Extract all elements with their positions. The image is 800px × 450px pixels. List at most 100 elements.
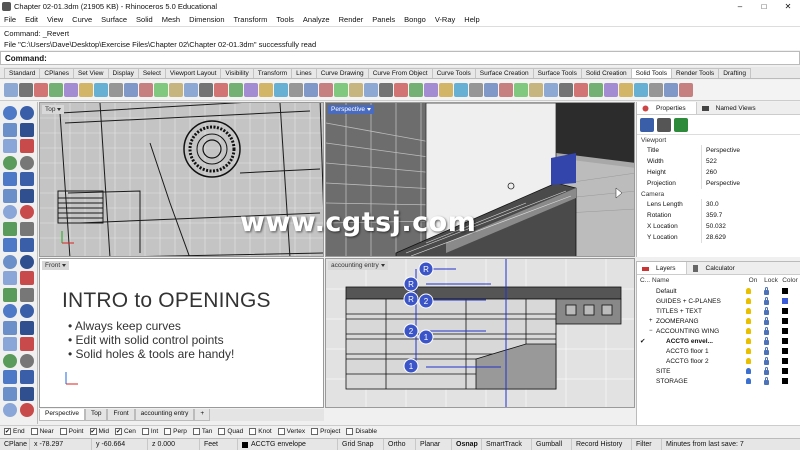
menu-bongo[interactable]: Bongo (404, 15, 426, 24)
layer-lock-toggle[interactable] (757, 356, 775, 365)
layer-row[interactable]: STORAGE (637, 376, 800, 386)
toolbar-tool-icon[interactable] (214, 83, 228, 97)
toolbar-tool-icon[interactable] (34, 83, 48, 97)
osnap-disable[interactable]: Disable (346, 428, 377, 435)
toolbar-tool-icon[interactable] (19, 83, 33, 97)
sidebar-tool-icon[interactable] (3, 139, 17, 153)
layer-visibility-toggle[interactable] (739, 338, 757, 344)
layer-row[interactable]: TITLES + TEXT (637, 306, 800, 316)
sidebar-tool-icon[interactable] (20, 353, 34, 368)
toolbar-tool-icon[interactable] (79, 83, 93, 97)
checkbox[interactable] (249, 428, 257, 435)
osnap-int[interactable]: Int (141, 428, 158, 435)
toolbar-tab-set-view[interactable]: Set View (72, 68, 109, 78)
layer-visibility-toggle[interactable] (739, 308, 757, 314)
checkbox[interactable] (192, 428, 200, 435)
toolbar-tool-icon[interactable] (289, 83, 303, 97)
layer-lock-toggle[interactable] (757, 316, 775, 325)
sidebar-tool-icon[interactable] (20, 172, 34, 186)
layer-row[interactable]: SITE (637, 366, 800, 376)
toolbar-tab-surface-tools[interactable]: Surface Tools (532, 68, 582, 78)
checkbox[interactable] (277, 428, 285, 435)
osnap-near[interactable]: Near (30, 428, 54, 435)
cplane-label[interactable]: CPlane (0, 439, 30, 450)
sidebar-tool-icon[interactable] (20, 155, 34, 170)
menu-vray[interactable]: V-Ray (435, 15, 455, 24)
viewport-title-perspective[interactable]: Perspective (328, 105, 374, 114)
checkbox[interactable] (59, 428, 67, 435)
layer-row[interactable]: ACCTG floor 2 (637, 356, 800, 366)
property-value[interactable]: 359.7 (701, 210, 800, 221)
viewport-front[interactable]: Front INTRO to OPENINGS Always keep curv… (39, 258, 324, 408)
sidebar-tool-icon[interactable] (3, 188, 17, 203)
toolbar-tool-icon[interactable] (319, 83, 333, 97)
sidebar-tool-icon[interactable] (3, 337, 17, 351)
sidebar-tool-icon[interactable] (3, 155, 17, 170)
layer-visibility-toggle[interactable] (739, 318, 757, 324)
status-toggle-planar[interactable]: Planar (416, 439, 452, 450)
layer-color-button[interactable] (775, 338, 795, 344)
layer-lock-toggle[interactable] (757, 376, 775, 385)
checkbox[interactable]: ✔ (4, 428, 11, 435)
checkbox[interactable] (164, 428, 172, 435)
layer-row[interactable]: + ZOOMERANG (637, 316, 800, 326)
menu-render[interactable]: Render (339, 15, 364, 24)
menu-dimension[interactable]: Dimension (189, 15, 224, 24)
viewport-accounting-entry[interactable]: accounting entry R R R 2 2 1 1 (325, 258, 635, 408)
checkbox[interactable] (346, 428, 354, 435)
menu-view[interactable]: View (47, 15, 63, 24)
toolbar-tab-curve-from-object[interactable]: Curve From Object (367, 68, 433, 78)
toolbar-tool-icon[interactable] (664, 83, 678, 97)
layer-visibility-toggle[interactable] (739, 348, 757, 354)
checkbox[interactable] (311, 428, 319, 435)
toolbar-tab-curve-drawing[interactable]: Curve Drawing (315, 68, 369, 78)
toolbar-tool-icon[interactable] (469, 83, 483, 97)
toolbar-tab-render-tools[interactable]: Render Tools (671, 68, 720, 78)
toolbar-tool-icon[interactable] (559, 83, 573, 97)
sidebar-tool-icon[interactable] (20, 254, 34, 269)
toolbar-tool-icon[interactable] (454, 83, 468, 97)
toolbar-tool-icon[interactable] (649, 83, 663, 97)
toolbar-tool-icon[interactable] (4, 83, 18, 97)
toolbar-tool-icon[interactable] (379, 83, 393, 97)
toolbar-tool-icon[interactable] (64, 83, 78, 97)
sidebar-tool-icon[interactable] (3, 106, 17, 120)
toolbar-tab-select[interactable]: Select (137, 68, 166, 78)
sidebar-tool-icon[interactable] (20, 139, 34, 153)
viewport-title-top[interactable]: Top (42, 105, 65, 114)
toolbar-tool-icon[interactable] (394, 83, 408, 97)
layer-visibility-toggle[interactable] (739, 288, 757, 294)
toolbar-tool-icon[interactable] (679, 83, 693, 97)
menu-file[interactable]: File (4, 15, 16, 24)
toolbar-tool-icon[interactable] (154, 83, 168, 97)
layer-color-button[interactable] (775, 368, 795, 374)
toolbar-tab-lines[interactable]: Lines (291, 68, 317, 78)
toolbar-tool-icon[interactable] (424, 83, 438, 97)
status-toggle-grid-snap[interactable]: Grid Snap (338, 439, 384, 450)
status-toggle-smarttrack[interactable]: SmartTrack (482, 439, 532, 450)
property-value[interactable]: 28.629 (701, 232, 800, 243)
toolbar-tool-icon[interactable] (334, 83, 348, 97)
camera-properties-icon[interactable] (657, 117, 671, 132)
sidebar-tool-icon[interactable] (3, 370, 17, 384)
toolbar-tool-icon[interactable] (274, 83, 288, 97)
menu-panels[interactable]: Panels (372, 15, 395, 24)
layer-lock-toggle[interactable] (757, 346, 775, 355)
sidebar-tool-icon[interactable] (20, 188, 34, 203)
layer-color-button[interactable] (775, 378, 795, 384)
property-value[interactable]: 260 (701, 167, 800, 178)
toolbar-tab-curve-tools[interactable]: Curve Tools (431, 68, 476, 78)
sidebar-tool-icon[interactable] (20, 122, 34, 137)
layer-expander-icon[interactable]: + (649, 318, 656, 324)
toolbar-tab-drafting[interactable]: Drafting (718, 68, 751, 78)
toolbar-tool-icon[interactable] (349, 83, 363, 97)
toolbar-tool-icon[interactable] (199, 83, 213, 97)
tab-layers[interactable]: Layers (637, 262, 687, 274)
property-value[interactable]: 30.0 (701, 199, 800, 210)
toolbar-tool-icon[interactable] (499, 83, 513, 97)
sidebar-tool-icon[interactable] (3, 386, 17, 401)
wallpaper-icon[interactable] (674, 117, 688, 132)
toolbar-tool-icon[interactable] (184, 83, 198, 97)
osnap-tan[interactable]: Tan (192, 428, 212, 435)
toolbar-tab-visibility[interactable]: Visibility (220, 68, 254, 78)
